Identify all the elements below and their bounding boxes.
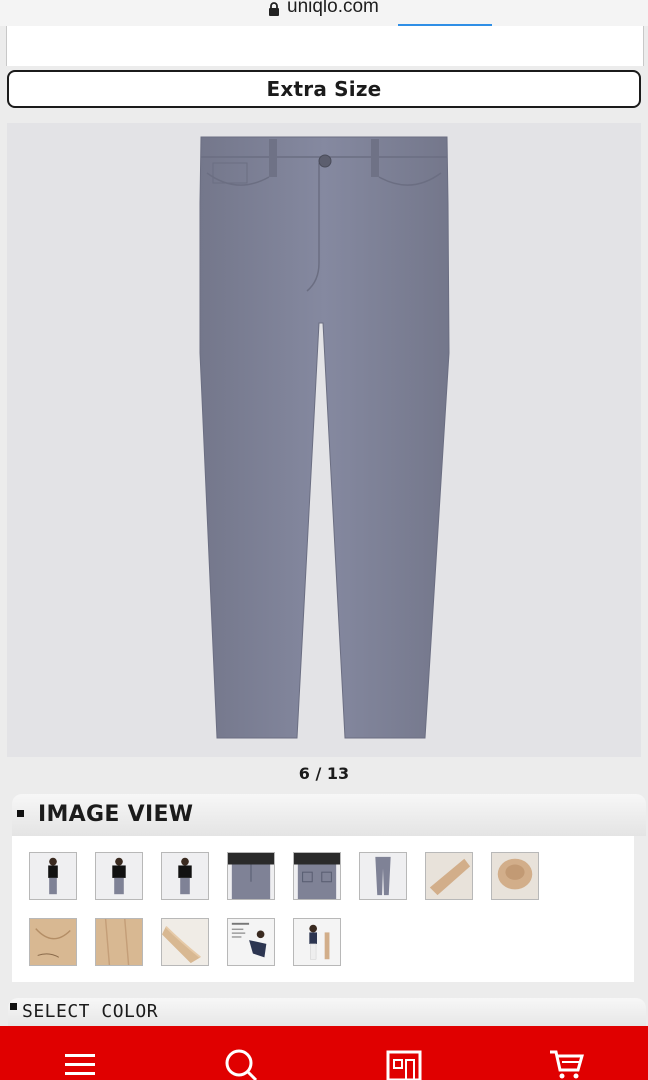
bottom-navigation-bar bbox=[0, 1026, 648, 1080]
main-product-image[interactable] bbox=[7, 123, 641, 757]
lock-icon bbox=[269, 2, 279, 16]
browser-address-bar[interactable]: uniqlo.com bbox=[0, 0, 648, 30]
image-counter: 6 / 13 bbox=[298, 764, 350, 783]
image-view-header: IMAGE VIEW bbox=[12, 794, 646, 836]
thumbnail-model-front-2[interactable] bbox=[161, 852, 209, 900]
thumbnail-feature-infographic[interactable] bbox=[227, 918, 275, 966]
pants-photo bbox=[199, 136, 450, 739]
bullet-icon bbox=[10, 1003, 17, 1010]
cart-icon bbox=[550, 1050, 584, 1079]
cart-button[interactable] bbox=[548, 1046, 584, 1080]
thumbnail-beige-fabric[interactable] bbox=[95, 918, 143, 966]
url-text: uniqlo.com bbox=[287, 0, 379, 17]
thumbnail-grid bbox=[12, 836, 634, 982]
thumbnail-styling-shot[interactable] bbox=[293, 918, 341, 966]
menu-button[interactable] bbox=[62, 1046, 98, 1080]
thumbnail-pants-flat[interactable] bbox=[359, 852, 407, 900]
select-color-title: SELECT COLOR bbox=[22, 1001, 159, 1022]
thumbnail-hip-back[interactable] bbox=[293, 852, 341, 900]
thumbnail-beige-pocket[interactable] bbox=[29, 918, 77, 966]
thumbnail-hip-front[interactable] bbox=[227, 852, 275, 900]
thumbnail-model-side[interactable] bbox=[29, 852, 77, 900]
select-color-header[interactable]: SELECT COLOR bbox=[8, 998, 646, 1028]
thumbnail-beige-stretch[interactable] bbox=[161, 918, 209, 966]
store-icon bbox=[386, 1050, 422, 1080]
extra-size-button[interactable]: Extra Size bbox=[7, 70, 641, 108]
menu-icon bbox=[65, 1054, 95, 1075]
search-button[interactable] bbox=[222, 1046, 258, 1080]
bullet-icon bbox=[17, 810, 24, 817]
thumbnail-model-front[interactable] bbox=[95, 852, 143, 900]
thumbnail-beige-waist[interactable] bbox=[491, 852, 539, 900]
search-icon bbox=[225, 1049, 258, 1080]
page-panel bbox=[6, 26, 644, 66]
thumbnail-beige-detail[interactable] bbox=[425, 852, 473, 900]
image-view-title: IMAGE VIEW bbox=[38, 802, 194, 827]
store-button[interactable] bbox=[386, 1046, 422, 1080]
